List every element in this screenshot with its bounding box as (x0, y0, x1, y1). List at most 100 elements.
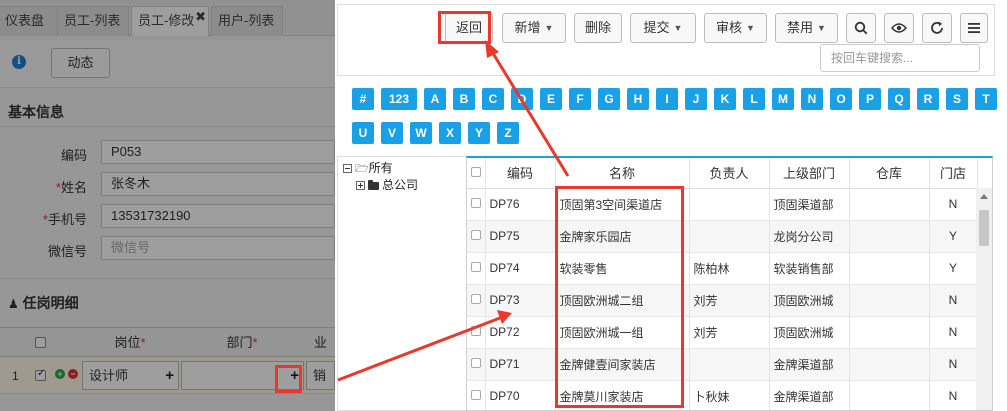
name-field[interactable]: 张冬木 (101, 172, 335, 196)
header-store[interactable]: 门店 (929, 158, 978, 189)
letter-button[interactable]: V (381, 122, 403, 144)
table-row[interactable]: DP76 顶固第3空间渠道店 顶固渠道部 N (467, 188, 978, 221)
delete-button[interactable]: 删除 (574, 13, 622, 43)
remove-row-icon[interactable]: − (68, 369, 78, 379)
letter-button[interactable]: E (540, 88, 562, 110)
letter-button[interactable]: A (424, 88, 446, 110)
tab-dashboard[interactable]: 仪表盘 (0, 6, 58, 36)
search-button[interactable] (846, 13, 876, 43)
cell-code[interactable]: DP76 (485, 188, 556, 221)
header-name[interactable]: 名称 (555, 158, 690, 189)
cell-store[interactable]: N (929, 316, 978, 349)
collapse-icon[interactable] (343, 164, 352, 173)
audit-button[interactable]: 审核 ▼ (704, 13, 767, 43)
code-field[interactable]: P053 (101, 140, 335, 164)
letter-button[interactable]: Q (888, 88, 910, 110)
header-manager[interactable]: 负责人 (689, 158, 770, 189)
letter-button[interactable]: M (772, 88, 794, 110)
scroll-up-icon[interactable] (980, 194, 988, 199)
post-input[interactable]: 设计师 + (82, 361, 179, 390)
row-checkbox[interactable] (470, 230, 481, 240)
add-row-icon[interactable]: + (55, 369, 65, 379)
letter-button[interactable]: U (352, 122, 374, 144)
table-row[interactable]: DP71 金牌健壹间家装店 金牌渠道部 N (467, 348, 978, 381)
row-checkbox[interactable] (470, 262, 481, 272)
cell-warehouse[interactable] (849, 316, 930, 349)
row-checkbox[interactable] (470, 358, 481, 368)
cell-warehouse[interactable] (849, 348, 930, 381)
cell-code[interactable]: DP73 (485, 284, 556, 317)
cell-store[interactable]: N (929, 380, 978, 410)
disable-button[interactable]: 禁用 ▼ (775, 13, 838, 43)
letter-button[interactable]: Y (468, 122, 490, 144)
select-all-checkbox[interactable] (470, 167, 481, 178)
tree-node-head-office[interactable]: 总公司 (356, 176, 418, 194)
letter-button[interactable]: X (439, 122, 461, 144)
cell-warehouse[interactable] (849, 284, 930, 317)
letter-button[interactable]: H (627, 88, 649, 110)
cell-parent-dept[interactable]: 顶固渠道部 (769, 188, 850, 221)
close-icon[interactable]: ✖ (195, 3, 206, 31)
submit-button[interactable]: 提交 ▼ (630, 13, 696, 43)
view-button[interactable] (884, 13, 914, 43)
cell-parent-dept[interactable]: 软装销售部 (769, 252, 850, 285)
tree-node-root[interactable]: 🗁所有 (343, 159, 393, 177)
table-row[interactable]: DP75 金牌家乐园店 龙岗分公司 Y (467, 220, 978, 253)
vertical-scrollbar[interactable] (976, 188, 992, 410)
letter-button[interactable]: S (946, 88, 968, 110)
tab-employee-edit[interactable]: 员工-修改 ✖ (131, 6, 209, 36)
table-row[interactable]: DP72 顶固欧洲城一组 刘芳 顶固欧洲城 N (467, 316, 978, 349)
row-checkbox[interactable] (470, 390, 481, 400)
cell-store[interactable]: Y (929, 220, 978, 253)
row-checkbox[interactable]: ✓ (35, 368, 46, 381)
cell-parent-dept[interactable]: 金牌渠道部 (769, 348, 850, 381)
letter-button[interactable]: Z (497, 122, 519, 144)
letter-button[interactable]: 123 (381, 88, 417, 110)
letter-button[interactable]: G (598, 88, 620, 110)
refresh-button[interactable] (922, 13, 952, 43)
menu-button[interactable] (960, 13, 988, 43)
add-button[interactable]: 新增 ▼ (502, 13, 566, 43)
letter-button[interactable]: # (352, 88, 374, 110)
cell-code[interactable]: DP70 (485, 380, 556, 410)
cell-store[interactable]: N (929, 348, 978, 381)
table-row[interactable]: DP73 顶固欧洲城二组 刘芳 顶固欧洲城 N (467, 284, 978, 317)
letter-button[interactable]: W (410, 122, 432, 144)
cell-warehouse[interactable] (849, 220, 930, 253)
cell-parent-dept[interactable]: 龙岗分公司 (769, 220, 850, 253)
tab-user-list[interactable]: 用户-列表 (211, 6, 283, 36)
dynamic-button[interactable]: 动态 (51, 48, 110, 78)
cell-warehouse[interactable] (849, 380, 930, 410)
tab-employee-list[interactable]: 员工-列表 (57, 6, 129, 36)
letter-button[interactable]: D (511, 88, 533, 110)
scrollbar-thumb[interactable] (979, 210, 989, 246)
letter-button[interactable]: T (975, 88, 997, 110)
expand-icon[interactable] (356, 181, 365, 190)
cell-store[interactable]: N (929, 284, 978, 317)
cell-code[interactable]: DP72 (485, 316, 556, 349)
letter-button[interactable]: O (830, 88, 852, 110)
letter-button[interactable]: C (482, 88, 504, 110)
row-checkbox[interactable] (470, 198, 481, 208)
cell-code[interactable]: DP75 (485, 220, 556, 253)
cell-manager[interactable] (689, 348, 770, 381)
table-row[interactable]: DP74 软装零售 陈柏林 软装销售部 Y (467, 252, 978, 285)
cell-parent-dept[interactable]: 顶固欧洲城 (769, 284, 850, 317)
letter-button[interactable]: I (656, 88, 678, 110)
header-code[interactable]: 编码 (485, 158, 556, 189)
select-all-checkbox[interactable] (35, 337, 46, 348)
cell-warehouse[interactable] (849, 188, 930, 221)
cell-manager[interactable] (689, 188, 770, 221)
table-row[interactable]: DP70 金牌莫川家装店 卜秋妹 金牌渠道部 N (467, 380, 978, 410)
letter-button[interactable]: P (859, 88, 881, 110)
cell-parent-dept[interactable]: 金牌渠道部 (769, 380, 850, 410)
plus-icon[interactable]: + (165, 362, 174, 389)
phone-field[interactable]: 13531732190 (101, 204, 335, 228)
letter-button[interactable]: L (743, 88, 765, 110)
cell-manager[interactable]: 刘芳 (689, 284, 770, 317)
header-warehouse[interactable]: 仓库 (849, 158, 930, 189)
letter-button[interactable]: J (685, 88, 707, 110)
cell-warehouse[interactable] (849, 252, 930, 285)
header-parent-dept[interactable]: 上级部门 (769, 158, 850, 189)
letter-button[interactable]: K (714, 88, 736, 110)
